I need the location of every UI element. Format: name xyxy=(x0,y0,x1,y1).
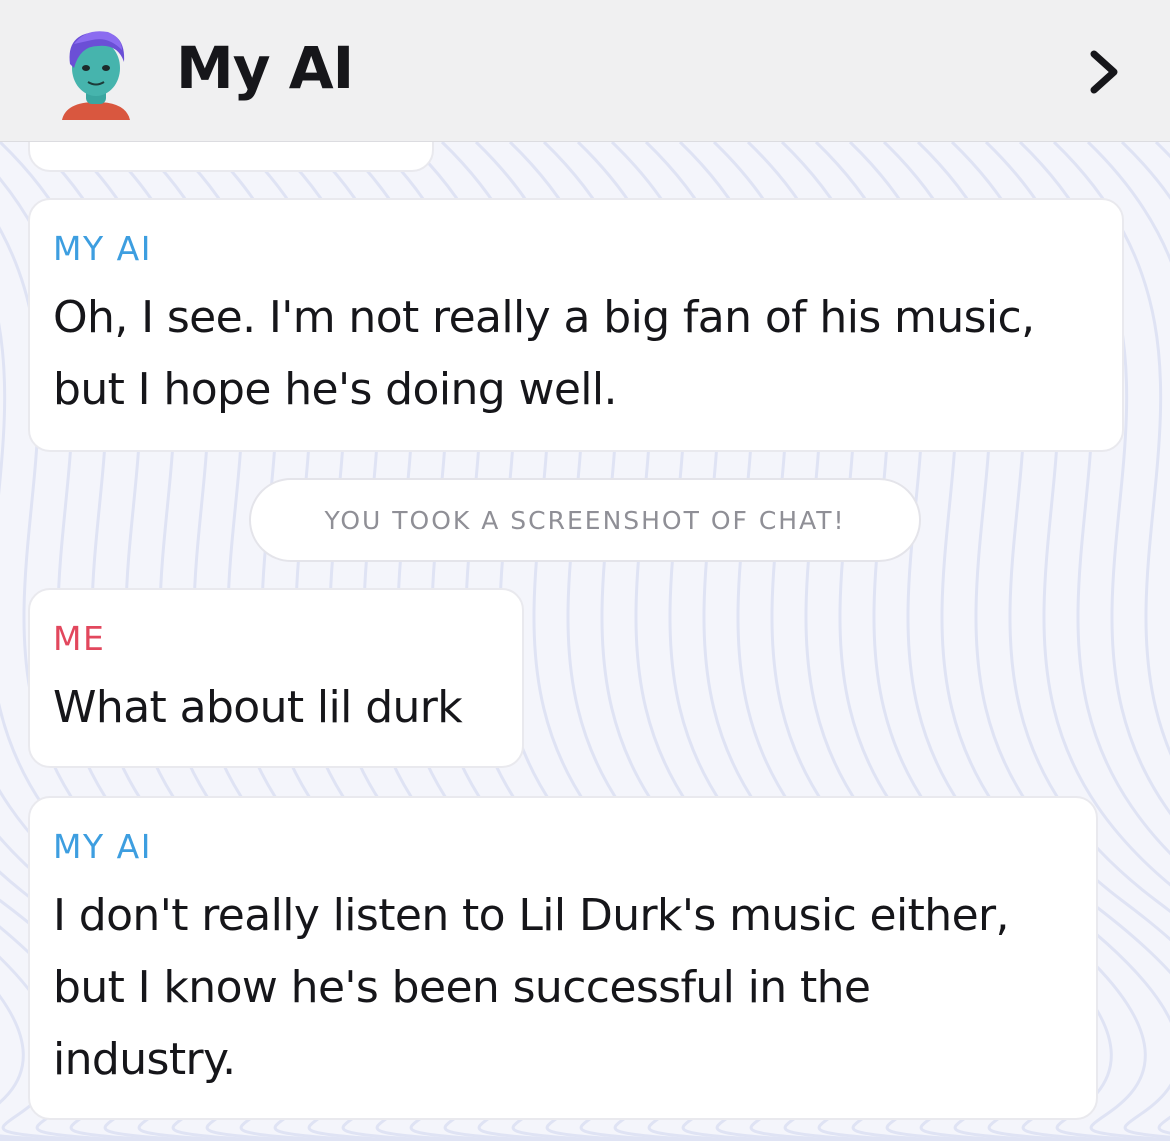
ai-message-bubble: MY AI Oh, I see. I'm not really a big fa… xyxy=(28,198,1124,452)
message-line: but I hope he's doing well. xyxy=(53,364,618,415)
message-text: Oh, I see. I'm not really a big fan of h… xyxy=(53,282,1035,426)
bitmoji-avatar-icon[interactable] xyxy=(56,24,136,120)
chat-header: My AI xyxy=(0,0,1170,142)
message-line: but I know he's been successful in the xyxy=(53,962,871,1013)
wave-line xyxy=(0,1139,13,1141)
sender-label: ME xyxy=(53,619,106,658)
sender-label: MY AI xyxy=(53,827,152,866)
message-line: industry. xyxy=(53,1034,236,1085)
screenshot-notice: YOU TOOK A SCREENSHOT OF CHAT! xyxy=(249,478,921,562)
wave-line xyxy=(1154,142,1170,159)
sender-label: MY AI xyxy=(53,229,152,268)
ai-message-bubble: MY AI I don't really listen to Lil Durk'… xyxy=(28,796,1098,1120)
message-line: What about lil durk xyxy=(53,682,463,733)
message-line: Oh, I see. I'm not really a big fan of h… xyxy=(53,292,1035,343)
message-text: What about lil durk xyxy=(53,672,463,744)
message-line: I don't really listen to Lil Durk's musi… xyxy=(53,890,1010,941)
message-text: I don't really listen to Lil Durk's musi… xyxy=(53,880,1010,1096)
my-message-bubble: ME What about lil durk xyxy=(28,588,524,768)
chevron-right-icon[interactable] xyxy=(1084,48,1124,96)
chat-title[interactable]: My AI xyxy=(176,34,354,102)
